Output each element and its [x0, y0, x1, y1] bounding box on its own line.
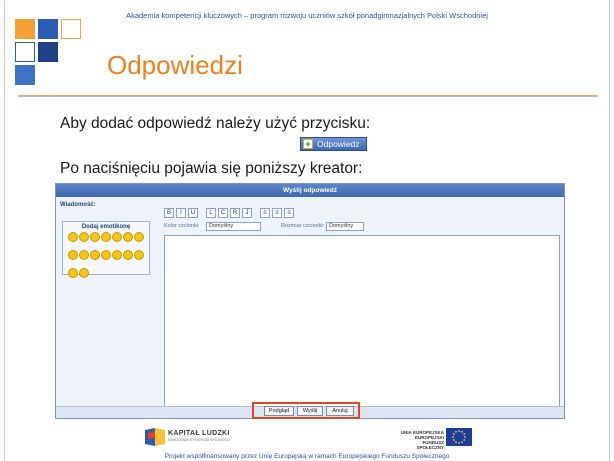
slide-title: Odpowiedzi [107, 50, 243, 80]
toolbar-button[interactable]: U [188, 208, 198, 218]
emoticon-icon[interactable] [134, 250, 144, 260]
emoticon-icon[interactable] [134, 232, 144, 242]
eu-star [463, 439, 466, 441]
emoticon-icon[interactable] [90, 250, 100, 260]
eu-star [452, 439, 455, 441]
logo-square-lightblue [15, 65, 35, 85]
toolbar-button[interactable]: ≡ [284, 208, 294, 218]
instruction-line-2: Po naciśnięciu pojawia się poniższy krea… [60, 160, 363, 177]
emoticon-icon[interactable] [90, 232, 100, 242]
emoticon-icon[interactable] [101, 232, 111, 242]
instruction-line-1: Aby dodać odpowiedź należy użyć przycisk… [60, 115, 371, 132]
reply-button-image: + Odpowiedz [300, 137, 367, 151]
kapital-ludzki-logo-icon [145, 428, 165, 446]
emoticon-icon[interactable] [101, 250, 111, 260]
toolbar-button[interactable]: J [242, 208, 252, 218]
kapital-ludzki-logo-text: KAPITAŁ LUDZKI [168, 430, 230, 437]
emoticon-grid [68, 232, 146, 286]
emoticon-panel: Dodaj emotikonę [62, 221, 150, 278]
message-textarea[interactable] [164, 235, 560, 407]
reply-wizard: Wyślij odpowiedź Wiadomość: Dodaj emotik… [55, 183, 565, 419]
eu-logo-text: UNIA EUROPEJSKA EUROPEJSKI FUNDUSZ SPOŁE… [400, 430, 444, 450]
eu-star [455, 430, 457, 433]
toolbar-button[interactable]: B [164, 208, 174, 218]
toolbar-button[interactable]: ≡ [272, 208, 282, 218]
toolbar-button[interactable]: I [176, 208, 186, 218]
logo-square-outline-blue [15, 42, 35, 62]
reply-button-label: Odpowiedz [317, 139, 360, 149]
footer-note: Projekt współfinansowany przez Unię Euro… [164, 453, 450, 460]
eu-star [464, 436, 466, 438]
emoticon-panel-title: Dodaj emotikonę [81, 224, 131, 230]
emoticon-icon[interactable] [68, 250, 78, 260]
logo-square-orange [15, 19, 35, 39]
toolbar-button[interactable]: C [218, 208, 228, 218]
message-label: Wiadomość: [60, 202, 96, 208]
right-border-line [609, 0, 610, 461]
eu-star [458, 442, 460, 444]
emoticon-icon[interactable] [79, 268, 89, 278]
slide: Akademia kompetencji kluczowych – progra… [0, 0, 614, 461]
eu-star [458, 430, 460, 432]
title-divider-shadow [18, 96, 598, 97]
emoticon-icon[interactable] [112, 250, 122, 260]
toolbar-button[interactable]: ≡ [260, 208, 270, 218]
logo-square-blue [38, 19, 58, 39]
font-color-label: Kolor czcionki: [164, 223, 200, 229]
kapital-ludzki-subtext: NARODOWA STRATEGIA SPÓJNOŚCI [168, 438, 231, 442]
eu-star [463, 433, 466, 435]
eu-flag-icon [446, 428, 472, 446]
emoticon-icon[interactable] [112, 232, 122, 242]
font-size-select[interactable]: Domyślny [326, 222, 364, 231]
emoticon-icon[interactable] [123, 250, 133, 260]
toolbar-button[interactable]: R [230, 208, 240, 218]
eu-star [452, 436, 454, 438]
logo-square-navy [38, 42, 58, 62]
emoticon-icon[interactable] [68, 268, 78, 278]
emoticon-icon[interactable] [123, 232, 133, 242]
action-highlight-box [252, 402, 360, 419]
font-color-select[interactable]: Domyślny [206, 222, 261, 231]
wizard-title: Wyślij odpowiedź [56, 184, 564, 197]
toolbar-button[interactable]: L [206, 208, 216, 218]
eu-star [452, 433, 455, 435]
eu-star [461, 441, 463, 444]
program-header: Akademia kompetencji kluczowych – progra… [126, 11, 488, 20]
logo-square-outline-orange [61, 19, 81, 39]
emoticon-icon[interactable] [68, 232, 78, 242]
emoticon-icon[interactable] [79, 250, 89, 260]
eu-star [461, 430, 463, 433]
left-border-line [4, 0, 5, 461]
eu-star [455, 441, 457, 444]
emoticon-icon[interactable] [79, 232, 89, 242]
font-size-label: Rozmiar czcionki: [281, 223, 325, 229]
plus-icon: + [303, 139, 313, 149]
